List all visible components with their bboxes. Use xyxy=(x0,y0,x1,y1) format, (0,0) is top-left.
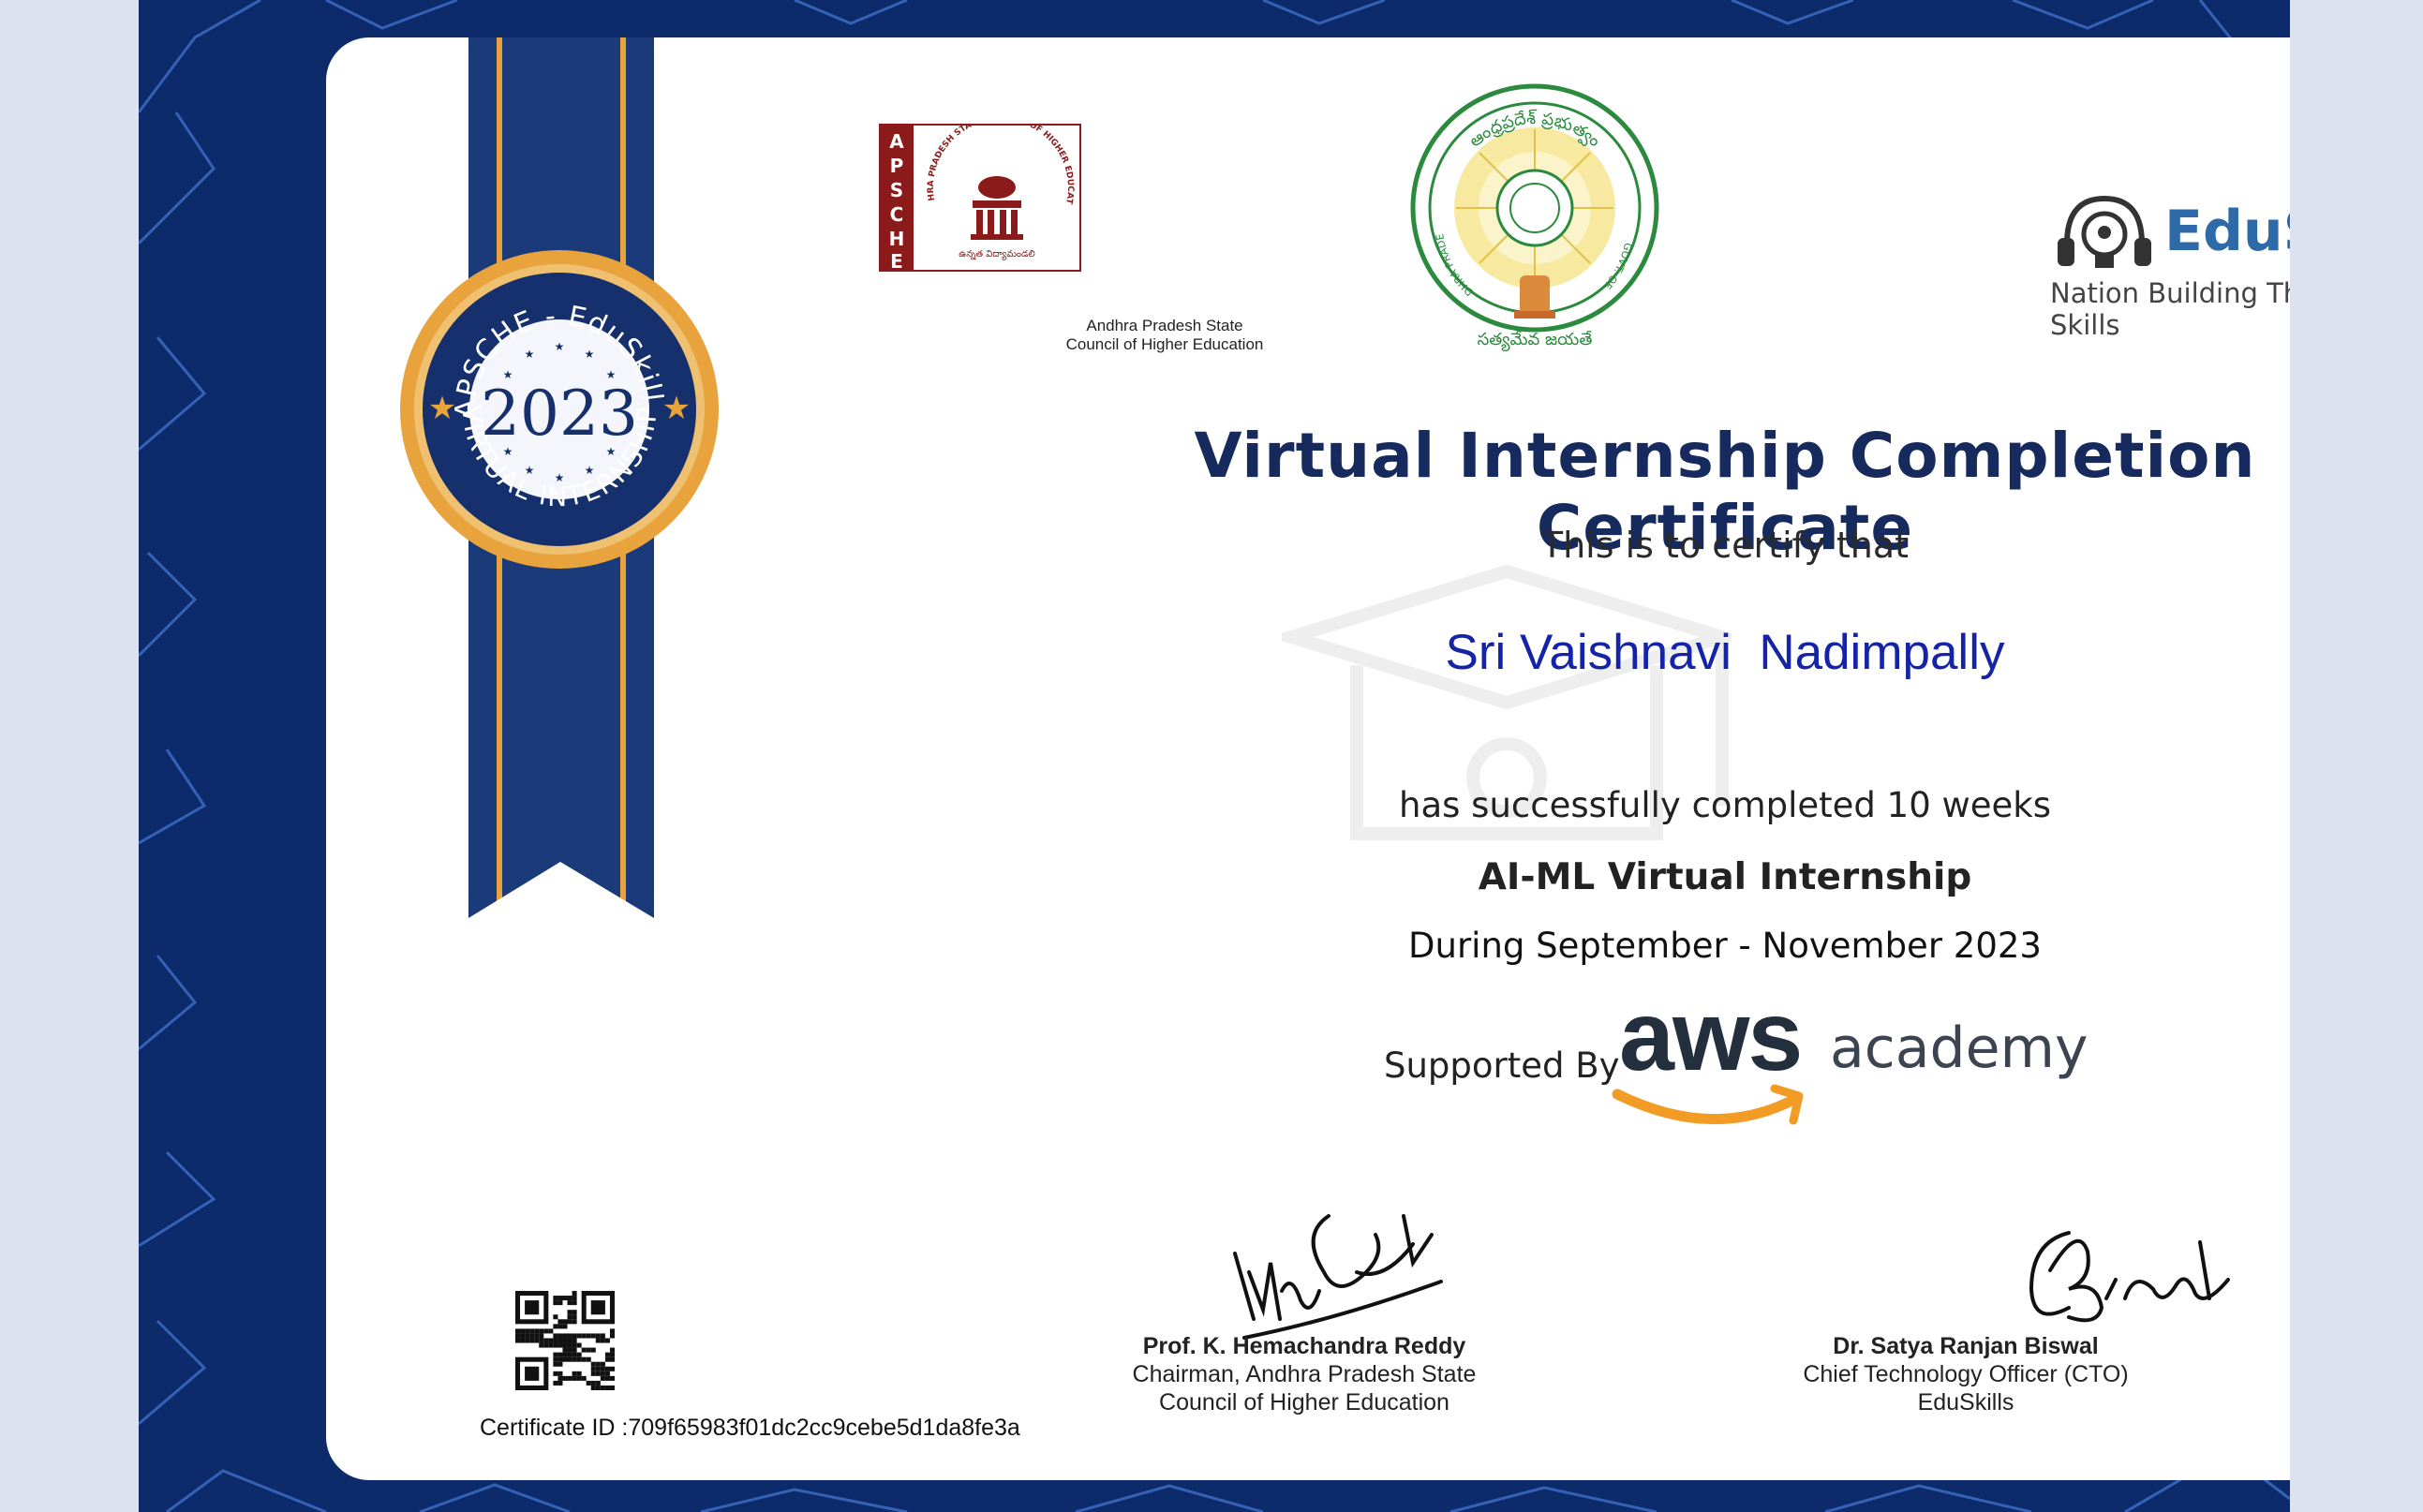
apsche-caption-line1: Andhra Pradesh State xyxy=(1086,317,1243,334)
graduation-cap-watermark-icon xyxy=(1282,564,1732,840)
certificate-card: APSCHE - EduSkills VIRTUAL INTERNSHIP 20… xyxy=(326,37,2290,1480)
svg-text:★: ★ xyxy=(606,368,617,381)
apsche-telugu-text: ఉన్నత విద్యామండలి xyxy=(959,249,1034,260)
aws-smile-arrow-icon xyxy=(1612,1084,1804,1125)
svg-text:S: S xyxy=(890,179,903,201)
signature-hemachandra-reddy xyxy=(1233,1214,1443,1340)
ap-emblem-bottom-text: సత్యమేవ జయతే xyxy=(1478,330,1593,351)
signatory-left-title-line2: Council of Higher Education xyxy=(1159,1389,1449,1416)
signatory-right-name: Dr. Satya Ranjan Biswal xyxy=(1833,1333,2099,1359)
svg-text:★: ★ xyxy=(503,445,513,458)
svg-text:E: E xyxy=(890,250,903,272)
svg-text:★: ★ xyxy=(525,348,535,361)
aws-academy-text: academy xyxy=(1830,1015,2089,1081)
svg-text:★: ★ xyxy=(503,368,513,381)
signatory-left-title-line1: Chairman, Andhra Pradesh State xyxy=(1132,1361,1477,1387)
signature-satya-ranjan-biswal xyxy=(2029,1231,2230,1323)
svg-text:★: ★ xyxy=(525,464,535,477)
seal-year: 2023 xyxy=(481,378,638,450)
lion-capital-icon xyxy=(1514,275,1555,319)
svg-text:★: ★ xyxy=(585,348,595,361)
apsche-logo: APS CHE ANDHRA PRADESH STATE COUNCIL OF … xyxy=(875,113,1081,273)
program-name: AI-ML Virtual Internship xyxy=(1478,856,1972,898)
eduskills-tagline: Nation Building Through Skills xyxy=(2050,277,2290,341)
eduskills-name-text: EduSkills xyxy=(2164,199,2290,264)
apsche-caption: Andhra Pradesh State Council of Higher E… xyxy=(1038,317,1291,354)
signatory-right-title-line2: EduSkills xyxy=(1917,1389,2014,1416)
seal-star-left-icon: ★ xyxy=(428,390,456,427)
signatory-right-title-line1: Chief Technology Officer (CTO) xyxy=(1803,1361,2129,1387)
certify-line: This is to certify that xyxy=(1540,525,1910,566)
signatory-right: Dr. Satya Ranjan Biswal Chief Technology… xyxy=(1769,1332,2163,1416)
seal-star-right-icon: ★ xyxy=(662,390,691,427)
completion-line: has successfully completed 10 weeks xyxy=(1399,785,2051,825)
eduskills-name: EduSkills® xyxy=(2164,199,2290,264)
svg-text:★: ★ xyxy=(606,445,617,458)
svg-text:C: C xyxy=(890,203,904,226)
qr-code-icon[interactable] xyxy=(515,1291,615,1390)
svg-text:★: ★ xyxy=(555,471,565,484)
lightbulb-headphones-icon xyxy=(2048,185,2161,279)
signatory-left-name: Prof. K. Hemachandra Reddy xyxy=(1142,1333,1466,1359)
internship-period: During September - November 2023 xyxy=(1408,926,2042,966)
certificate-id: Certificate ID :709f65983f01dc2cc9cebe5d… xyxy=(480,1415,1020,1441)
apsche-eduskills-seal: APSCHE - EduSkills VIRTUAL INTERNSHIP 20… xyxy=(390,222,721,571)
certificate-frame: APSCHE - EduSkills VIRTUAL INTERNSHIP 20… xyxy=(139,0,2290,1512)
svg-text:H: H xyxy=(889,228,905,250)
svg-text:P: P xyxy=(890,155,904,177)
svg-text:★: ★ xyxy=(555,340,565,353)
signatory-left: Prof. K. Hemachandra Reddy Chairman, And… xyxy=(1107,1332,1501,1416)
ap-government-emblem: ఆంధ్రప్రదేశ్ ప్రభుత్వం ANDHRA PRADESH GO… xyxy=(1405,73,1660,354)
apsche-caption-line2: Council of Higher Education xyxy=(1065,335,1264,353)
svg-text:★: ★ xyxy=(585,464,595,477)
recipient-name: Sri Vaishnavi Nadimpally xyxy=(1445,625,2005,680)
supported-by-label: Supported By xyxy=(1384,1045,1620,1086)
svg-text:A: A xyxy=(889,130,904,153)
